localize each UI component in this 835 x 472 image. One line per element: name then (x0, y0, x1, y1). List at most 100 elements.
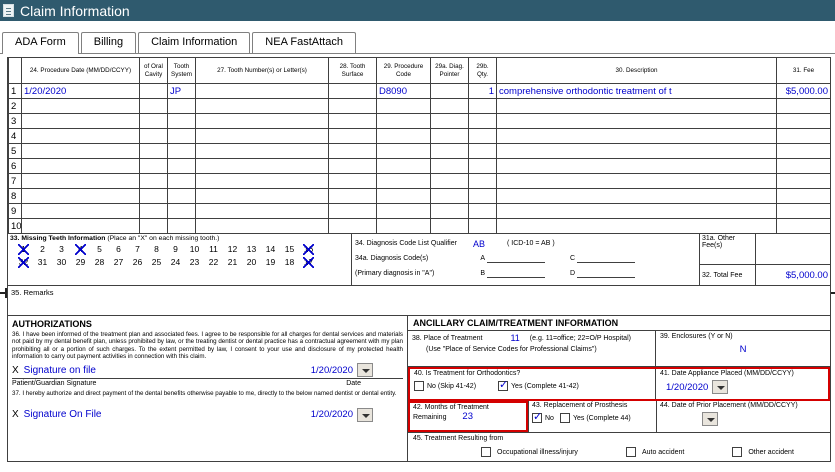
tooth-number[interactable]: 19 (261, 257, 280, 268)
oral-cavity-cell[interactable] (139, 188, 168, 204)
description-cell[interactable]: comprehensive orthodontic treatment of t (496, 83, 777, 99)
payment-signature-date[interactable]: 1/20/2020 (311, 409, 353, 420)
tooth-number[interactable]: 3 (52, 244, 71, 255)
tooth-number[interactable]: 24 (166, 257, 185, 268)
procedure-date-cell[interactable] (21, 173, 140, 189)
tooth-number-cell[interactable] (195, 113, 329, 129)
procedure-date-cell[interactable] (21, 158, 140, 174)
fee-cell[interactable] (776, 113, 831, 129)
description-cell[interactable] (496, 113, 777, 129)
tooth-number[interactable]: 27 (109, 257, 128, 268)
tooth-number[interactable]: 28 (90, 257, 109, 268)
tooth-number[interactable]: 11 (204, 244, 223, 255)
qty-cell[interactable] (468, 113, 497, 129)
fee-cell[interactable] (776, 158, 831, 174)
appliance-placed-date[interactable]: 1/20/2020 (666, 382, 708, 393)
procedure-code-cell[interactable] (376, 173, 431, 189)
tooth-number[interactable]: 18 (280, 257, 299, 268)
qty-cell[interactable] (468, 188, 497, 204)
tooth-number[interactable]: 20 (242, 257, 261, 268)
fee-cell[interactable]: $5,000.00 (776, 83, 831, 99)
tooth-surface-cell[interactable] (328, 218, 377, 234)
tooth-system-cell[interactable] (167, 128, 196, 144)
diagnosis-qualifier-value[interactable]: AB (473, 239, 507, 249)
tooth-number[interactable]: 16 (299, 244, 318, 255)
patient-signature-date-dropdown-icon[interactable] (357, 363, 373, 378)
tooth-number[interactable]: 23 (185, 257, 204, 268)
tooth-number[interactable]: 31 (33, 257, 52, 268)
tooth-number-cell[interactable] (195, 203, 329, 219)
tooth-number-cell[interactable] (195, 83, 329, 99)
payment-signature-date-dropdown-icon[interactable] (357, 407, 373, 422)
procedure-code-cell[interactable] (376, 218, 431, 234)
fee-cell[interactable] (776, 218, 831, 234)
diag-pointer-cell[interactable] (430, 173, 469, 189)
oral-cavity-cell[interactable] (139, 203, 168, 219)
tooth-number[interactable]: 21 (223, 257, 242, 268)
appliance-placed-date-dropdown-icon[interactable] (712, 380, 729, 394)
tooth-number-cell[interactable] (195, 158, 329, 174)
tooth-number[interactable]: 10 (185, 244, 204, 255)
tooth-surface-cell[interactable] (328, 158, 377, 174)
tooth-system-cell[interactable] (167, 173, 196, 189)
tooth-number[interactable]: 30 (52, 257, 71, 268)
tooth-number[interactable]: 32 (14, 257, 33, 268)
tooth-system-cell[interactable] (167, 113, 196, 129)
tooth-number-cell[interactable] (195, 188, 329, 204)
orthodontics-no-checkbox[interactable] (414, 381, 424, 391)
place-of-treatment-value[interactable]: 11 (510, 333, 519, 343)
diag-pointer-cell[interactable] (430, 98, 469, 114)
orthodontics-yes-checkbox[interactable] (498, 380, 508, 391)
tooth-number[interactable]: 22 (204, 257, 223, 268)
procedure-date-cell[interactable] (21, 98, 140, 114)
diagnosis-slot-d-field[interactable] (577, 269, 635, 278)
oral-cavity-cell[interactable] (139, 128, 168, 144)
diag-pointer-cell[interactable] (430, 83, 469, 99)
tooth-number[interactable]: 26 (128, 257, 147, 268)
tab-ada-form[interactable]: ADA Form (2, 32, 79, 54)
qty-cell[interactable] (468, 128, 497, 144)
description-cell[interactable] (496, 173, 777, 189)
tab-claim-information[interactable]: Claim Information (138, 32, 251, 53)
diag-pointer-cell[interactable] (430, 113, 469, 129)
qty-cell[interactable] (468, 173, 497, 189)
tooth-number-cell[interactable] (195, 218, 329, 234)
tooth-system-cell[interactable]: JP (167, 83, 196, 99)
diag-pointer-cell[interactable] (430, 203, 469, 219)
oral-cavity-cell[interactable] (139, 158, 168, 174)
tooth-surface-cell[interactable] (328, 98, 377, 114)
procedure-code-cell[interactable] (376, 113, 431, 129)
tooth-system-cell[interactable] (167, 218, 196, 234)
description-cell[interactable] (496, 143, 777, 159)
tooth-number[interactable]: 7 (128, 244, 147, 255)
tab-billing[interactable]: Billing (80, 32, 137, 53)
procedure-code-cell[interactable] (376, 158, 431, 174)
tooth-system-cell[interactable] (167, 188, 196, 204)
prosthesis-yes-checkbox[interactable] (559, 413, 570, 423)
procedure-date-cell[interactable] (21, 113, 140, 129)
tooth-number[interactable]: 13 (242, 244, 261, 255)
tooth-number-cell[interactable] (195, 98, 329, 114)
description-cell[interactable] (496, 218, 777, 234)
description-cell[interactable] (496, 158, 777, 174)
diagnosis-slot-b-field[interactable] (487, 269, 545, 278)
occupational-illness-checkbox[interactable] (481, 447, 491, 457)
tooth-number[interactable]: 25 (147, 257, 166, 268)
diag-pointer-cell[interactable] (430, 158, 469, 174)
payment-signature-field[interactable]: Signature On File (24, 409, 102, 420)
remarks-field[interactable]: 35. Remarks (8, 286, 830, 316)
tooth-surface-cell[interactable] (328, 83, 377, 99)
tooth-system-cell[interactable] (167, 203, 196, 219)
fee-cell[interactable] (776, 173, 831, 189)
procedure-date-cell[interactable] (21, 128, 140, 144)
diag-pointer-cell[interactable] (430, 143, 469, 159)
description-cell[interactable] (496, 128, 777, 144)
procedure-code-cell[interactable] (376, 203, 431, 219)
enclosures-value[interactable]: N (660, 344, 826, 355)
other-fee-field[interactable] (756, 234, 830, 264)
diagnosis-slot-a-field[interactable] (487, 254, 545, 263)
oral-cavity-cell[interactable] (139, 98, 168, 114)
diag-pointer-cell[interactable] (430, 128, 469, 144)
tooth-surface-cell[interactable] (328, 128, 377, 144)
fee-cell[interactable] (776, 188, 831, 204)
